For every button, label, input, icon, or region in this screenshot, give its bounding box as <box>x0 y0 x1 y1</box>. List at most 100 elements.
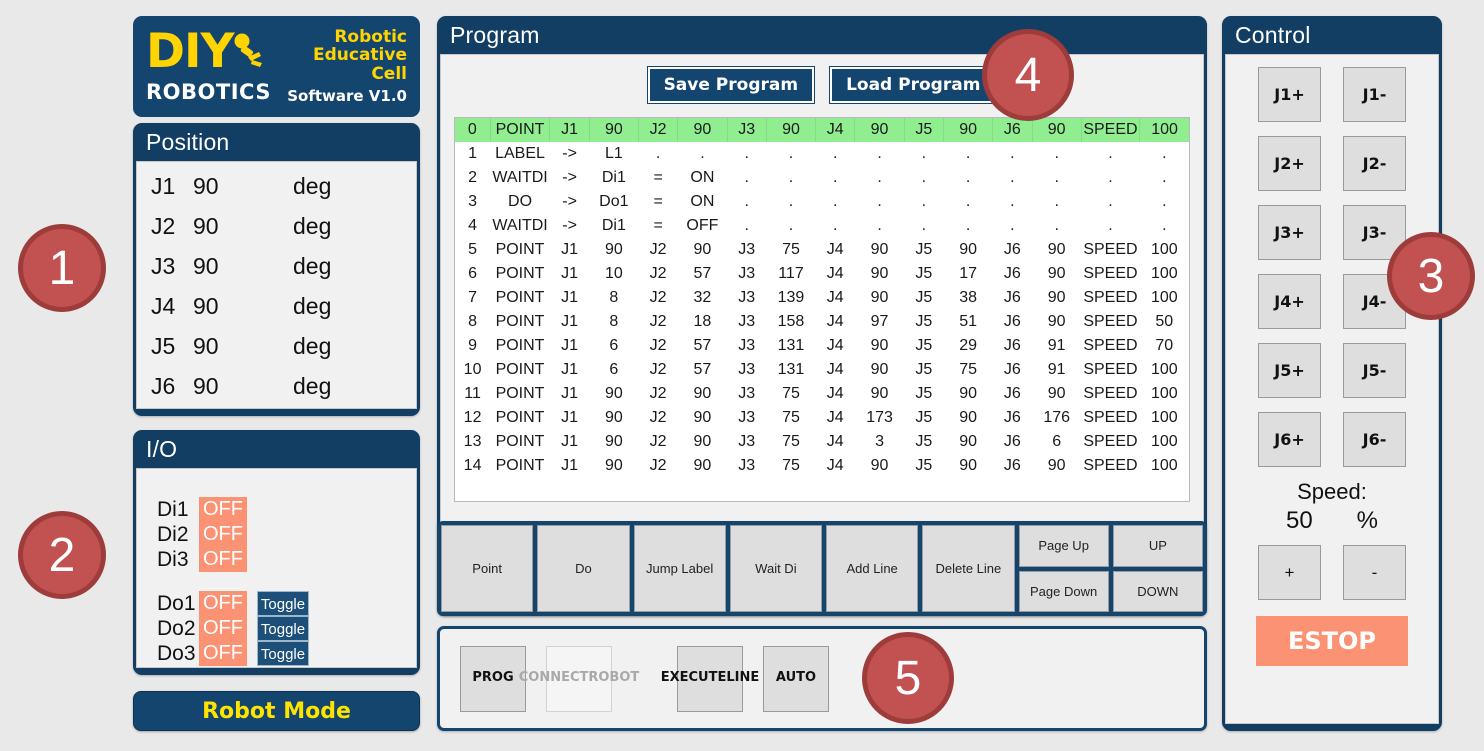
program-row-cell: 38 <box>959 289 977 307</box>
mode-action-bar: PROG CONNECT ROBOT EXECUTE LINE AUTO <box>437 626 1207 731</box>
program-row[interactable]: 3 DO -> Do1 = ON.......... <box>455 190 1189 214</box>
program-row-cell: SPEED <box>1083 241 1138 259</box>
program-row-cell: J3 <box>738 337 756 355</box>
program-row-cell: 117 <box>778 265 804 283</box>
toolbar-jump-label-button[interactable]: Jump Label <box>633 525 726 612</box>
connect-robot-line-1: CONNECT <box>518 670 589 686</box>
program-row-cell: 90 <box>870 385 889 403</box>
program-row[interactable]: 9 POINT J1 6 J2 57 J3 131 J4 90 J5 29 J6 91 SPEED 70 <box>455 334 1189 358</box>
callout-badge-3: 3 <box>1387 232 1475 320</box>
program-row[interactable]: 1 LABEL -> L1............ <box>455 142 1189 166</box>
speed-increase-button[interactable]: + <box>1258 545 1321 601</box>
program-row-cell: 100 <box>1139 118 1189 143</box>
program-row-cell: 139 <box>777 289 805 307</box>
toolbar-wait-di-button[interactable]: Wait Di <box>729 525 822 612</box>
program-row-cell: L1 <box>604 145 623 163</box>
auto-button[interactable]: AUTO <box>763 645 829 712</box>
program-row-cell: 75 <box>782 457 800 475</box>
position-joint-name: J1 <box>151 172 176 199</box>
position-joint-name: J4 <box>151 292 176 319</box>
program-row-command: POINT <box>490 118 551 143</box>
toolbar-add-line-button[interactable]: Add Line <box>826 525 919 612</box>
program-row-cell: 8 <box>609 289 619 307</box>
digital-input-labels: Di1 Di2 Di3 <box>157 497 199 572</box>
digital-output-toggle-button[interactable]: Toggle <box>257 591 309 617</box>
program-row[interactable]: 8 POINT J1 8 J2 18 J3 158 J4 97 J5 51 J6 90 SPEED 50 <box>455 310 1189 334</box>
position-row: J4 90 deg <box>137 286 416 326</box>
digital-input-states: OFF OFF OFF <box>199 497 247 573</box>
program-row-cell: J3 <box>738 241 756 259</box>
program-row-cell: -> <box>562 169 577 187</box>
toolbar-do-button[interactable]: Do <box>537 525 630 612</box>
program-row-cell: . <box>921 217 927 235</box>
jog-button-j3-plus[interactable]: J3+ <box>1258 205 1321 261</box>
io-panel-body: Di1 Di2 Di3 OFF OFF OFF Do1 Do2 Do3 OFF OFF OFF … <box>136 468 417 669</box>
io-panel: I/O Di1 Di2 Di3 OFF OFF OFF Do1 Do2 Do3 OFF OFF… <box>133 430 420 675</box>
program-row-index: 4 <box>468 217 478 235</box>
program-row[interactable]: 14 POINT J1 90 J2 90 J3 75 J4 90 J5 90 J6 90 SPEED 100 <box>455 454 1189 478</box>
toolbar-point-button[interactable]: Point <box>441 525 534 612</box>
jog-button-j5-minus[interactable]: J5- <box>1343 343 1406 399</box>
program-row-cell: . <box>833 169 838 187</box>
program-row-cell: . <box>1108 169 1113 187</box>
jog-button-j1-minus[interactable]: J1- <box>1343 67 1406 123</box>
jog-button-j1-plus[interactable]: J1+ <box>1258 67 1321 123</box>
estop-button[interactable]: ESTOP <box>1256 616 1408 667</box>
program-row-cell: 90 <box>1047 385 1066 403</box>
program-table-container[interactable]: 0 POINT J1 90 J2 90 J3 90 J4 90 J5 90 J6 90 SPEED 100 1 L… <box>454 117 1190 503</box>
program-row-cell: J5 <box>915 265 933 283</box>
program-row-cell: SPEED <box>1083 385 1138 403</box>
toolbar-delete-line-button[interactable]: Delete Line <box>922 525 1015 612</box>
program-row-cell: 75 <box>782 433 800 451</box>
jog-button-j2-plus[interactable]: J2+ <box>1258 136 1321 192</box>
toolbar-up-button[interactable]: UP <box>1112 525 1203 567</box>
program-row[interactable]: 10 POINT J1 6 J2 57 J3 131 J4 90 J5 75 J6 91 SPEED 100 <box>455 358 1189 382</box>
program-row[interactable]: 6 POINT J1 10 J2 57 J3 117 J4 90 J5 17 J6 90 SPEED 100 <box>455 262 1189 286</box>
position-joint-name: J6 <box>151 372 176 399</box>
prog-button[interactable]: PROG <box>460 645 526 712</box>
jog-button-j2-minus[interactable]: J2- <box>1343 136 1406 192</box>
digital-output-states: OFF OFF OFF <box>199 591 247 667</box>
execute-line-button[interactable]: EXECUTE LINE <box>661 645 759 712</box>
program-row[interactable]: 11 POINT J1 90 J2 90 J3 75 J4 90 J5 90 J6 90 SPEED 100 <box>455 382 1189 406</box>
program-row-cell: . <box>788 145 794 163</box>
program-row[interactable]: 7 POINT J1 8 J2 32 J3 139 J4 90 J5 38 J6 90 SPEED 100 <box>455 286 1189 310</box>
jog-button-j6-minus[interactable]: J6- <box>1343 412 1406 468</box>
load-program-button[interactable]: Load Program <box>829 66 998 105</box>
program-button-bar: Save Program Load Program <box>441 55 1203 105</box>
program-row-cell: SPEED <box>1083 361 1138 379</box>
program-row-cell: . <box>833 193 838 211</box>
digital-output-toggle-button[interactable]: Toggle <box>257 616 309 642</box>
program-row-cell: J2 <box>638 118 679 143</box>
digital-output-state: OFF <box>199 591 247 617</box>
jog-button-j6-plus[interactable]: J6+ <box>1258 412 1321 468</box>
program-row-cell: 90 <box>870 265 889 283</box>
program-row[interactable]: 13 POINT J1 90 J2 90 J3 75 J4 3 J5 90 J6 6 SPEED 100 <box>455 430 1189 454</box>
program-row-cell: J6 <box>1003 289 1021 307</box>
program-row[interactable]: 5 POINT J1 90 J2 90 J3 75 J4 90 J5 90 J6 90 SPEED 100 <box>455 238 1189 262</box>
robot-mode-button[interactable]: Robot Mode <box>133 691 420 731</box>
speed-decrease-button[interactable]: - <box>1343 545 1406 601</box>
connect-robot-button[interactable]: CONNECT ROBOT <box>519 645 639 712</box>
save-program-button[interactable]: Save Program <box>646 66 816 105</box>
program-row[interactable]: 0 POINT J1 90 J2 90 J3 90 J4 90 J5 90 J6 90 SPEED 100 <box>455 118 1189 143</box>
program-row-index: 9 <box>468 337 478 355</box>
digital-output-toggle-button[interactable]: Toggle <box>257 641 309 667</box>
program-row-cell: 6 <box>609 337 619 355</box>
program-row[interactable]: 12 POINT J1 90 J2 90 J3 75 J4 173 J5 90 J6 176 SPEED 10… <box>455 406 1189 430</box>
program-row-index: 5 <box>468 241 478 259</box>
jog-button-j4-plus[interactable]: J4+ <box>1258 274 1321 330</box>
digital-output-toggles[interactable]: Toggle Toggle Toggle <box>257 591 309 667</box>
toolbar-page-up-button[interactable]: Page Up <box>1018 525 1109 567</box>
program-row-cell: 90 <box>693 457 712 475</box>
program-row-cell: . <box>1054 217 1059 235</box>
toolbar-page-down-button[interactable]: Page Down <box>1018 570 1109 612</box>
jog-button-j5-plus[interactable]: J5+ <box>1258 343 1321 399</box>
program-row[interactable]: 4 WAITDI -> Di1 = OFF.......... <box>455 214 1189 238</box>
robot-arm-icon <box>228 32 264 79</box>
toolbar-down-button[interactable]: DOWN <box>1112 570 1203 612</box>
program-row-cell: J3 <box>738 457 756 475</box>
program-row-cell: J5 <box>915 241 933 259</box>
program-row[interactable]: 2 WAITDI -> Di1 = ON.......... <box>455 166 1189 190</box>
program-row-command: POINT <box>495 385 545 403</box>
